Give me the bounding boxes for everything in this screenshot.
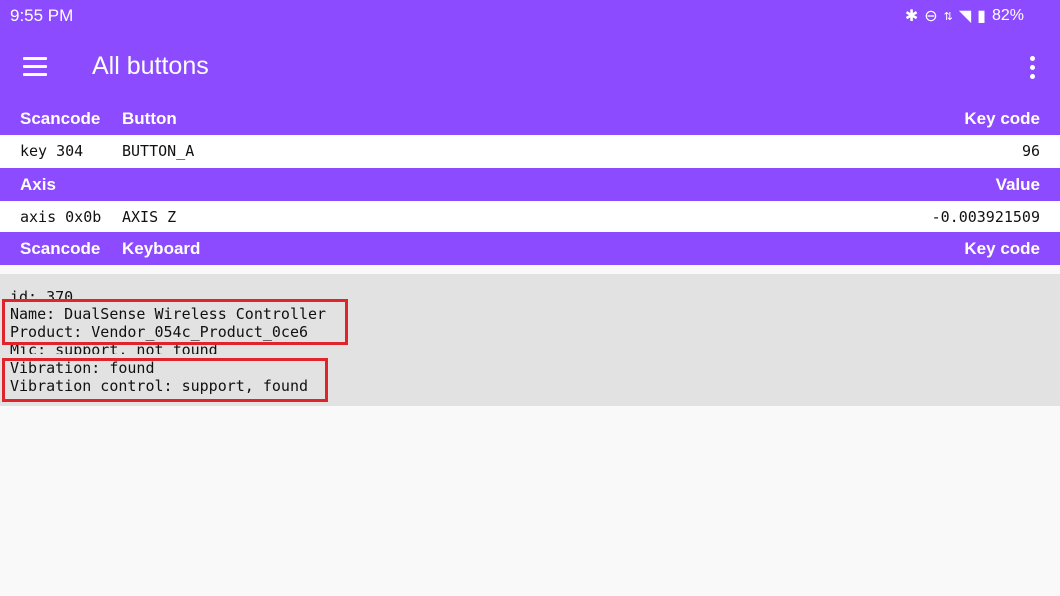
bluetooth-icon: ✱ <box>904 8 919 25</box>
buttons-table-row: key 304 BUTTON_A 96 <box>0 135 1060 168</box>
status-icons: ✱ ⊖ ⇅ ◥ ▮ 82% <box>905 6 1024 26</box>
highlight-box-name-product <box>2 299 348 345</box>
row-axis-name: AXIS Z <box>122 208 177 226</box>
info-id: id: 370 <box>10 288 74 299</box>
header-scancode-keyboard: Scancode <box>20 239 101 258</box>
do-not-disturb-icon: ⊖ <box>924 8 938 25</box>
header-keyboard: Keyboard <box>122 239 201 258</box>
header-key-code-keyboard: Key code <box>964 239 1040 258</box>
page-title: All buttons <box>92 52 209 80</box>
row-scancode: key 304 <box>20 142 84 160</box>
buttons-table-header: Scancode Button Key code <box>0 102 1060 135</box>
row-axis: axis 0x0b <box>20 208 102 226</box>
highlight-box-vibration <box>2 358 328 402</box>
battery-icon: ▮ <box>977 8 986 25</box>
header-key-code: Key code <box>964 109 1040 128</box>
header-axis: Axis <box>20 175 56 194</box>
app-toolbar: All buttons <box>0 32 1060 102</box>
status-time: 9:55 PM <box>10 6 74 25</box>
row-axis-value: -0.003921509 <box>931 208 1040 226</box>
header-scancode: Scancode <box>20 109 101 128</box>
axis-table-row: axis 0x0b AXIS Z -0.003921509 <box>0 201 1060 232</box>
header-value: Value <box>995 175 1040 194</box>
more-options-icon[interactable] <box>1018 52 1046 82</box>
menu-icon[interactable] <box>20 54 50 80</box>
wifi-icon: ◥ <box>958 8 972 25</box>
keyboard-table-header: Scancode Keyboard Key code <box>0 232 1060 265</box>
status-bar: 9:55 PM ✱ ⊖ ⇅ ◥ ▮ 82% <box>0 0 1060 32</box>
header-button: Button <box>122 109 177 128</box>
row-button: BUTTON_A <box>122 142 195 160</box>
axis-table-header: Axis Value <box>0 168 1060 201</box>
battery-percent: 82% <box>991 7 1024 24</box>
row-key-code: 96 <box>1021 142 1040 160</box>
data-arrows-icon: ⇅ <box>943 10 953 23</box>
